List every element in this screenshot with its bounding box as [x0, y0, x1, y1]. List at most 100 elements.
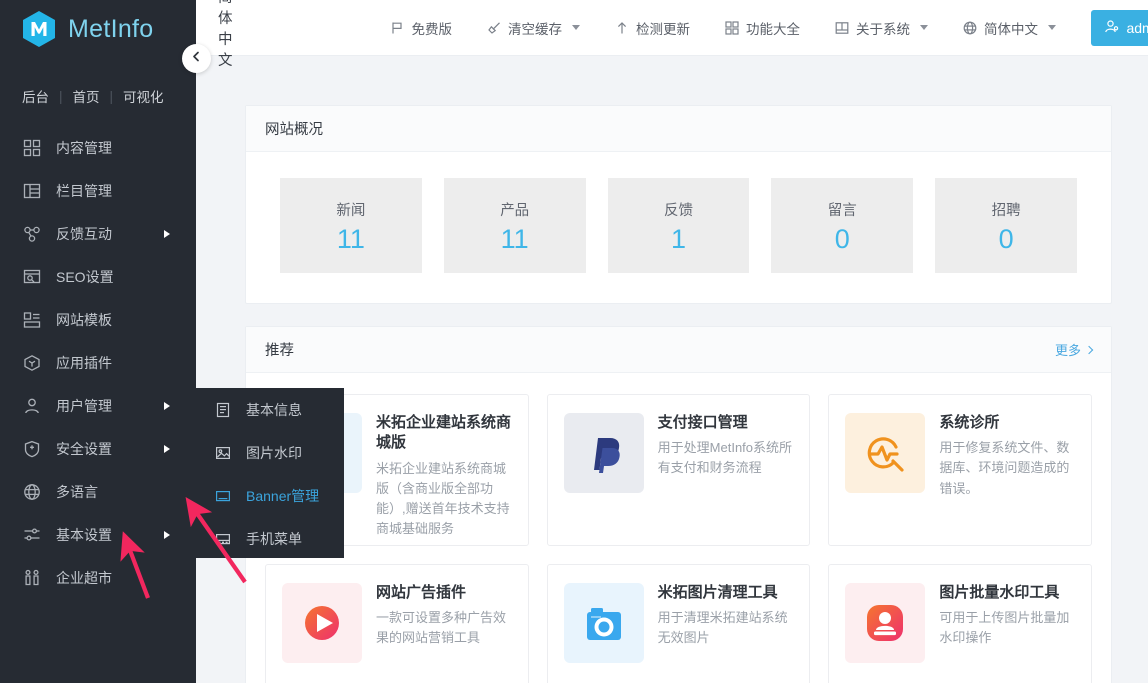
- app-card-ad-plugin[interactable]: 网站广告插件 一款可设置多种广告效果的网站营销工具: [265, 564, 529, 683]
- sidebar-item-label: 网站模板: [56, 311, 112, 328]
- list-columns-icon: [22, 181, 42, 201]
- chevron-down-icon: [1048, 25, 1056, 30]
- recommend-more-link[interactable]: 更多: [1054, 340, 1094, 359]
- stat-value: 0: [998, 223, 1014, 254]
- chevron-right-icon: [164, 229, 170, 238]
- breadcrumb-item-0[interactable]: 后台: [22, 86, 49, 106]
- sidebar-item-column-management[interactable]: 栏目管理: [0, 169, 196, 212]
- submenu-item-mobile-menu[interactable]: 手机菜单: [196, 517, 344, 560]
- breadcrumb-item-2[interactable]: 可视化: [123, 86, 164, 106]
- app-card-desc: 可用于上传图片批量加水印操作: [939, 610, 1070, 646]
- share-nodes-icon: [22, 224, 42, 244]
- topbar-item-label: 简体中文: [984, 21, 1038, 37]
- topbar-item-all-features[interactable]: 功能大全: [707, 0, 817, 56]
- sidebar: MetInfo 后台 | 首页 | 可视化 内容管理 栏目管理 反馈互动 SEO…: [0, 0, 196, 683]
- sidebar-item-label: 栏目管理: [56, 182, 112, 199]
- app-card-batch-watermark[interactable]: 图片批量水印工具 可用于上传图片批量加水印操作: [828, 564, 1092, 683]
- brand-name: MetInfo: [68, 14, 154, 43]
- sidebar-item-enterprise-market[interactable]: 企业超市: [0, 556, 196, 599]
- sidebar-item-basic-settings[interactable]: 基本设置: [0, 513, 196, 556]
- sidebar-item-multilingual[interactable]: 多语言: [0, 470, 196, 513]
- app-card-system-clinic[interactable]: 系统诊所 用于修复系统文件、数据库、环境问题造成的错误。: [828, 394, 1092, 546]
- breadcrumb-item-1[interactable]: 首页: [73, 86, 100, 106]
- submenu-item-label: 图片水印: [246, 444, 302, 461]
- stat-value: 11: [336, 223, 365, 254]
- topbar-nav: 免费版 清空缓存 检测更新 功能大全 关于系统 简体中文: [373, 0, 1074, 56]
- app-card-desc: 用于处理MetInfo系统所有支付和财务流程: [657, 440, 793, 476]
- topbar-item-about-system[interactable]: 关于系统: [817, 0, 945, 56]
- stat-card-products[interactable]: 产品 11: [443, 178, 586, 273]
- submenu-item-label: 基本信息: [246, 401, 302, 418]
- cube-icon: [22, 353, 42, 373]
- app-root: MetInfo 后台 | 首页 | 可视化 内容管理 栏目管理 反馈互动 SEO…: [0, 0, 1148, 683]
- admin-label: admin: [1126, 19, 1148, 36]
- topbar-current-language: 简体中文: [218, 0, 233, 69]
- topbar-item-label: 关于系统: [856, 21, 910, 37]
- topbar-item-clear-cache[interactable]: 清空缓存: [469, 0, 597, 56]
- app-card-body: 网站广告插件 一款可设置多种广告效果的网站营销工具: [376, 583, 512, 683]
- submenu-item-image-watermark[interactable]: 图片水印: [196, 431, 344, 474]
- chevron-right-icon: [1084, 345, 1094, 354]
- recommend-card-grid: 米拓企业建站系统商城版 米拓企业建站系统商城版（含商业版全部功能）,赠送首年技术…: [246, 373, 1111, 683]
- more-label: 更多: [1054, 343, 1081, 358]
- chevron-down-icon: [572, 25, 580, 30]
- recommend-title: 推荐: [265, 343, 294, 359]
- submenu-item-label: 手机菜单: [246, 530, 302, 547]
- app-card-image-cleaner[interactable]: 米拓图片清理工具 用于清理米拓建站系统无效图片: [546, 564, 811, 683]
- admin-menu-button[interactable]: admin: [1091, 9, 1148, 46]
- stat-card-messages[interactable]: 留言 0: [771, 178, 914, 273]
- window-icon: [834, 20, 849, 35]
- submenu-item-banner-management[interactable]: Banner管理: [196, 474, 344, 517]
- stat-label: 反馈: [663, 202, 693, 219]
- app-card-icon: [282, 583, 362, 663]
- topbar-item-label: 检测更新: [636, 21, 690, 37]
- chevron-right-icon: [164, 530, 170, 539]
- grid-icon: [22, 138, 42, 158]
- stat-value: 1: [670, 223, 686, 254]
- sidebar-item-label: 用户管理: [56, 397, 112, 414]
- stat-label: 产品: [500, 202, 530, 219]
- sidebar-item-seo-settings[interactable]: SEO设置: [0, 255, 196, 298]
- sidebar-item-app-plugins[interactable]: 应用插件: [0, 341, 196, 384]
- stat-card-news[interactable]: 新闻 11: [280, 178, 422, 273]
- app-card-body: 支付接口管理 用于处理MetInfo系统所有支付和财务流程: [658, 413, 794, 527]
- topbar-item-free-version[interactable]: 免费版: [373, 0, 470, 56]
- app-card-desc: 用于修复系统文件、数据库、环境问题造成的错误。: [939, 440, 1070, 496]
- layout-template-icon: [22, 310, 42, 330]
- chevron-down-icon: [920, 25, 928, 30]
- stat-label: 招聘: [991, 202, 1021, 219]
- app-card-title: 支付接口管理: [657, 414, 748, 431]
- broom-icon: [486, 20, 501, 35]
- sidebar-item-security-settings[interactable]: 安全设置: [0, 427, 196, 470]
- sidebar-item-label: SEO设置: [56, 268, 114, 285]
- app-card-title: 系统诊所: [939, 414, 1000, 431]
- mobile-menu-icon: [214, 530, 232, 548]
- sidebar-item-feedback[interactable]: 反馈互动: [0, 212, 196, 255]
- shield-plus-icon: [22, 439, 42, 459]
- sidebar-item-label: 反馈互动: [56, 225, 112, 242]
- breadcrumb: 后台 | 首页 | 可视化: [0, 58, 196, 106]
- topbar-item-language[interactable]: 简体中文: [945, 0, 1073, 56]
- sidebar-item-content-management[interactable]: 内容管理: [0, 126, 196, 169]
- topbar-item-label: 清空缓存: [508, 21, 562, 37]
- stat-card-recruitment[interactable]: 招聘 0: [935, 178, 1077, 273]
- sidebar-item-label: 基本设置: [56, 526, 112, 543]
- sidebar-item-site-template[interactable]: 网站模板: [0, 298, 196, 341]
- basic-settings-submenu: 基本信息 图片水印 Banner管理 手机菜单: [196, 388, 344, 558]
- stat-value: 0: [834, 223, 850, 254]
- globe-icon: [22, 482, 42, 502]
- sidebar-item-user-management[interactable]: 用户管理: [0, 384, 196, 427]
- stat-card-feedback[interactable]: 反馈 1: [607, 178, 750, 273]
- topbar-item-check-update[interactable]: 检测更新: [597, 0, 707, 56]
- banner-icon: [214, 487, 232, 505]
- submenu-item-basic-info[interactable]: 基本信息: [196, 388, 344, 431]
- brand[interactable]: MetInfo: [0, 0, 196, 58]
- overview-panel: 网站概况 新闻 11 产品 11 反馈 1 留言 0 招聘 0: [245, 105, 1112, 304]
- overview-panel-header: 网站概况: [246, 106, 1111, 152]
- sidebar-item-label: 多语言: [56, 483, 98, 500]
- app-card-payment-interface[interactable]: 支付接口管理 用于处理MetInfo系统所有支付和财务流程: [546, 394, 811, 546]
- chevron-left-icon: [190, 50, 203, 68]
- image-icon: [214, 444, 232, 462]
- sidebar-collapse-button[interactable]: [182, 44, 211, 73]
- main-content: 网站概况 新闻 11 产品 11 反馈 1 留言 0 招聘 0 推荐 更多 米拓…: [196, 56, 1148, 683]
